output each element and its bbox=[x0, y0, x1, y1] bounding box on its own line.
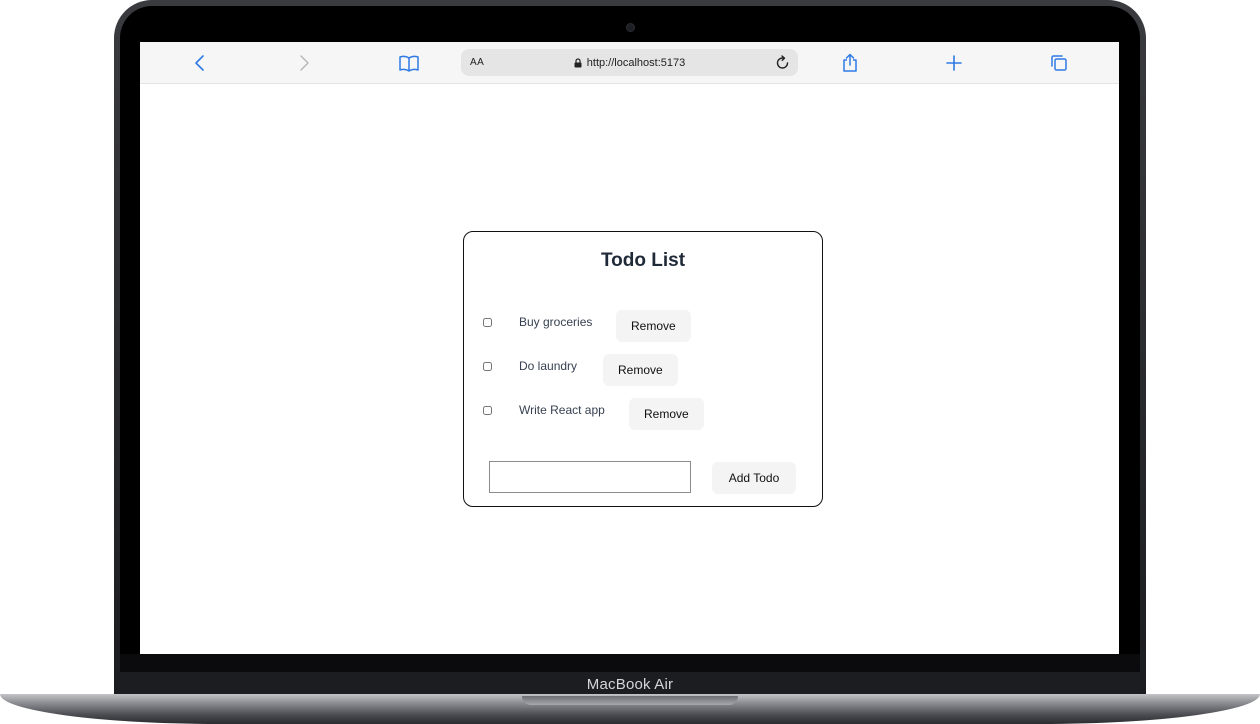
browser-toolbar: AA http://localhost:5173 bbox=[140, 42, 1119, 84]
lock-icon bbox=[574, 57, 582, 67]
todo-item: Buy groceries Remove bbox=[464, 310, 822, 346]
plus-icon bbox=[946, 54, 962, 71]
device-brand-label: MacBook Air bbox=[586, 676, 674, 693]
remove-button[interactable]: Remove bbox=[629, 398, 704, 430]
tabs-icon bbox=[1051, 54, 1067, 71]
address-bar[interactable]: AA http://localhost:5173 bbox=[461, 49, 798, 76]
url-display[interactable]: http://localhost:5173 bbox=[461, 49, 798, 76]
todo-title: Todo List bbox=[600, 250, 686, 271]
share-button[interactable] bbox=[832, 42, 868, 83]
add-todo-button[interactable]: Add Todo bbox=[712, 462, 796, 494]
new-todo-input[interactable] bbox=[489, 461, 691, 493]
todo-checkbox[interactable] bbox=[483, 406, 492, 415]
reload-icon bbox=[776, 55, 789, 69]
todo-text: Write React app bbox=[519, 403, 605, 417]
todo-checkbox[interactable] bbox=[483, 362, 492, 371]
chevron-left-icon bbox=[195, 54, 204, 71]
bookmarks-book-icon bbox=[399, 55, 419, 72]
todo-text: Buy groceries bbox=[519, 315, 593, 329]
camera-icon bbox=[626, 23, 635, 32]
todo-text: Do laundry bbox=[519, 359, 578, 373]
todo-checkbox[interactable] bbox=[483, 318, 492, 327]
todo-card: Todo List Buy groceries Remove Do laundr… bbox=[463, 231, 823, 507]
share-icon bbox=[843, 53, 857, 72]
forward-button[interactable] bbox=[286, 42, 322, 83]
browser-screen: AA http://localhost:5173 Todo List Buy g… bbox=[140, 42, 1119, 654]
remove-button[interactable]: Remove bbox=[616, 310, 691, 342]
todo-item: Write React app Remove bbox=[464, 398, 822, 434]
url-text: http://localhost:5173 bbox=[586, 56, 686, 69]
tabs-overview-button[interactable] bbox=[1041, 42, 1077, 83]
new-tab-button[interactable] bbox=[936, 42, 972, 83]
reload-button[interactable] bbox=[773, 53, 792, 72]
back-button[interactable] bbox=[182, 42, 218, 83]
chevron-right-icon bbox=[300, 54, 309, 71]
lid-opening-notch bbox=[522, 696, 738, 705]
remove-button[interactable]: Remove bbox=[603, 354, 678, 386]
bookmarks-button[interactable] bbox=[391, 42, 427, 83]
todo-item: Do laundry Remove bbox=[464, 354, 822, 390]
